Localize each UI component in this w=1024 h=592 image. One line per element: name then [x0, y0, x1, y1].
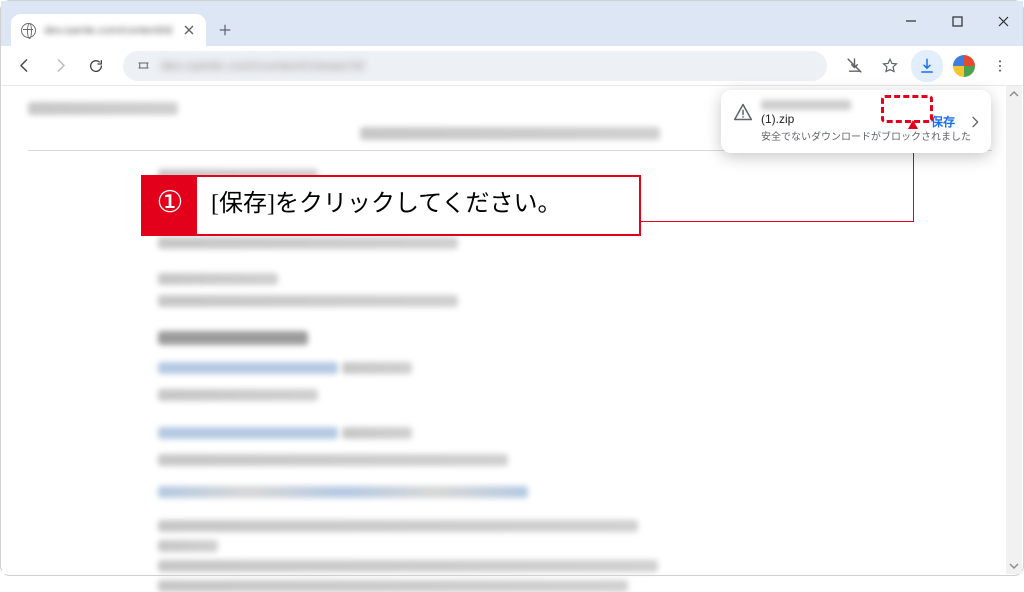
back-button[interactable]	[9, 51, 39, 81]
blurred-text	[28, 102, 178, 115]
connector-arrow-icon	[908, 120, 918, 129]
tab-title: dev.samle.com/content/id	[44, 23, 176, 37]
chevron-right-icon[interactable]	[967, 114, 983, 130]
blurred-text	[761, 100, 851, 110]
download-blocked-message: 安全でないダウンロードがブロックされました	[761, 128, 919, 143]
callout-text: [保存]をクリックしてください。	[197, 177, 639, 234]
vertical-scrollbar[interactable]	[1006, 86, 1022, 574]
blurred-text	[158, 540, 218, 552]
window-controls	[897, 1, 1017, 41]
maximize-button[interactable]	[943, 7, 971, 35]
downloads-icon[interactable]	[911, 50, 943, 82]
blurred-text	[360, 127, 660, 140]
instruction-callout: ① [保存]をクリックしてください。	[141, 175, 641, 236]
blurred-text	[158, 331, 308, 345]
browser-titlebar: dev.samle.com/content/id	[1, 1, 1023, 46]
browser-tab[interactable]: dev.samle.com/content/id	[11, 14, 206, 46]
scroll-up-icon[interactable]	[1006, 86, 1022, 102]
site-info-icon[interactable]	[133, 56, 153, 76]
save-button[interactable]: 保存	[927, 111, 959, 132]
scroll-down-icon[interactable]	[1006, 558, 1022, 574]
blurred-text	[342, 362, 412, 374]
new-tab-button[interactable]	[212, 17, 238, 43]
url-text: dev.samle.com/content/viewer/id	[161, 58, 364, 73]
blurred-text	[158, 389, 318, 401]
reload-button[interactable]	[81, 51, 111, 81]
blurred-text	[158, 362, 338, 374]
address-bar[interactable]: dev.samle.com/content/viewer/id	[123, 51, 827, 81]
close-window-button[interactable]	[989, 7, 1017, 35]
download-filename: (1).zip	[761, 112, 919, 126]
downloads-blocked-icon[interactable]	[839, 51, 869, 81]
download-popup: (1).zip 安全でないダウンロードがブロックされました 保存	[721, 90, 991, 153]
extension-icon[interactable]	[949, 51, 979, 81]
blurred-text	[342, 427, 412, 439]
blurred-text	[158, 560, 658, 572]
callout-number: ①	[143, 177, 197, 234]
kebab-menu-icon[interactable]	[985, 51, 1015, 81]
blurred-text	[158, 295, 458, 307]
blurred-text	[158, 580, 628, 592]
bookmark-star-icon[interactable]	[875, 51, 905, 81]
blurred-text	[158, 273, 278, 285]
blurred-text	[158, 486, 528, 498]
page-viewport	[2, 86, 1022, 574]
download-info: (1).zip 安全でないダウンロードがブロックされました	[761, 100, 919, 143]
browser-toolbar: dev.samle.com/content/viewer/id	[1, 46, 1023, 86]
blurred-text	[158, 427, 338, 439]
warning-icon	[733, 102, 753, 122]
close-icon[interactable]	[182, 23, 196, 37]
blurred-text	[158, 520, 638, 532]
blurred-text	[158, 237, 458, 249]
forward-button[interactable]	[45, 51, 75, 81]
globe-icon	[21, 23, 36, 38]
minimize-button[interactable]	[897, 7, 925, 35]
page-content	[2, 86, 1022, 592]
blurred-text	[158, 454, 508, 466]
